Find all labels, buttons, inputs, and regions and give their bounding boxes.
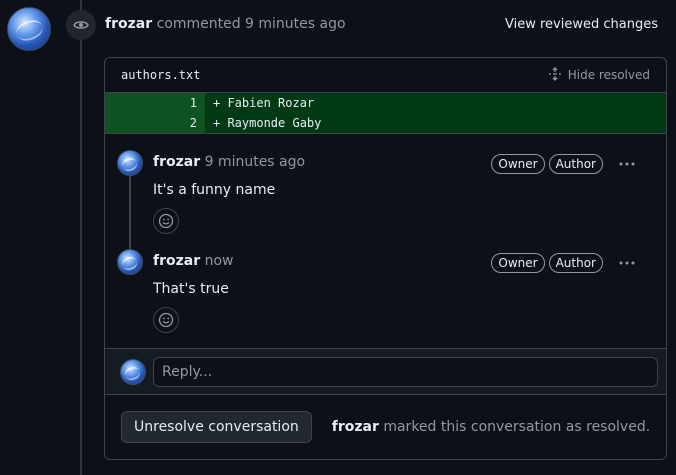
review-thread: authors.txt Hide resolved 1 + Fabien Roz…: [104, 57, 667, 460]
author-link[interactable]: frozar: [105, 16, 152, 32]
diff-line: 1 + Fabien Rozar: [105, 93, 666, 113]
file-name[interactable]: authors.txt: [121, 68, 200, 82]
reply-row: [105, 348, 666, 395]
unfold-icon: [548, 66, 562, 84]
hide-resolved-button[interactable]: Hide resolved: [548, 66, 650, 84]
thread-footer: Unresolve conversation frozar marked thi…: [121, 411, 650, 443]
comment-header: frozar now: [153, 253, 233, 269]
resolved-note: frozar marked this conversation as resol…: [332, 419, 650, 435]
hide-resolved-label: Hide resolved: [567, 68, 650, 82]
comment: frozar now Owner Author That's true: [117, 249, 657, 339]
comment-body: It's a funny name: [153, 182, 276, 198]
author-badge: Author: [548, 154, 603, 174]
comments-list: frozar 9 minutes ago Owner Author It's a…: [105, 133, 666, 348]
avatar[interactable]: [7, 7, 51, 51]
comment-time[interactable]: 9 minutes ago: [205, 154, 306, 170]
comment-time[interactable]: now: [205, 253, 234, 269]
diff-line: 2 + Raymonde Gaby: [105, 113, 666, 133]
file-header: authors.txt Hide resolved: [105, 58, 666, 93]
comment-badges: Owner Author: [491, 154, 637, 174]
avatar[interactable]: [117, 150, 143, 176]
kebab-icon[interactable]: [617, 155, 637, 173]
comment-body: That's true: [153, 281, 229, 297]
resolved-text: marked this conversation as resolved.: [383, 419, 651, 435]
author-link[interactable]: frozar: [153, 154, 200, 170]
timeline-header: frozar commented 9 minutes ago: [105, 16, 346, 32]
owner-badge: Owner: [491, 154, 545, 174]
comment-action: commented 9 minutes ago: [156, 16, 346, 32]
comment-badges: Owner Author: [491, 253, 637, 273]
smiley-icon[interactable]: [153, 208, 179, 234]
comment-header: frozar 9 minutes ago: [153, 154, 305, 170]
line-number[interactable]: 2: [105, 113, 205, 133]
author-link[interactable]: frozar: [153, 253, 200, 269]
unresolve-conversation-button[interactable]: Unresolve conversation: [121, 411, 312, 443]
comment: frozar 9 minutes ago Owner Author It's a…: [117, 150, 657, 240]
owner-badge: Owner: [491, 253, 545, 273]
author-badge: Author: [548, 253, 603, 273]
author-link[interactable]: frozar: [332, 419, 379, 435]
reply-input[interactable]: [153, 357, 658, 387]
line-number[interactable]: 1: [105, 93, 205, 113]
kebab-icon[interactable]: [617, 254, 637, 272]
view-reviewed-changes-link[interactable]: View reviewed changes: [505, 17, 658, 32]
avatar[interactable]: [117, 249, 143, 275]
timeline-line: [80, 0, 82, 475]
eye-icon: [66, 10, 96, 40]
line-code: + Fabien Rozar: [213, 96, 315, 110]
avatar: [120, 359, 146, 385]
smiley-icon[interactable]: [153, 307, 179, 333]
line-code: + Raymonde Gaby: [213, 116, 322, 130]
